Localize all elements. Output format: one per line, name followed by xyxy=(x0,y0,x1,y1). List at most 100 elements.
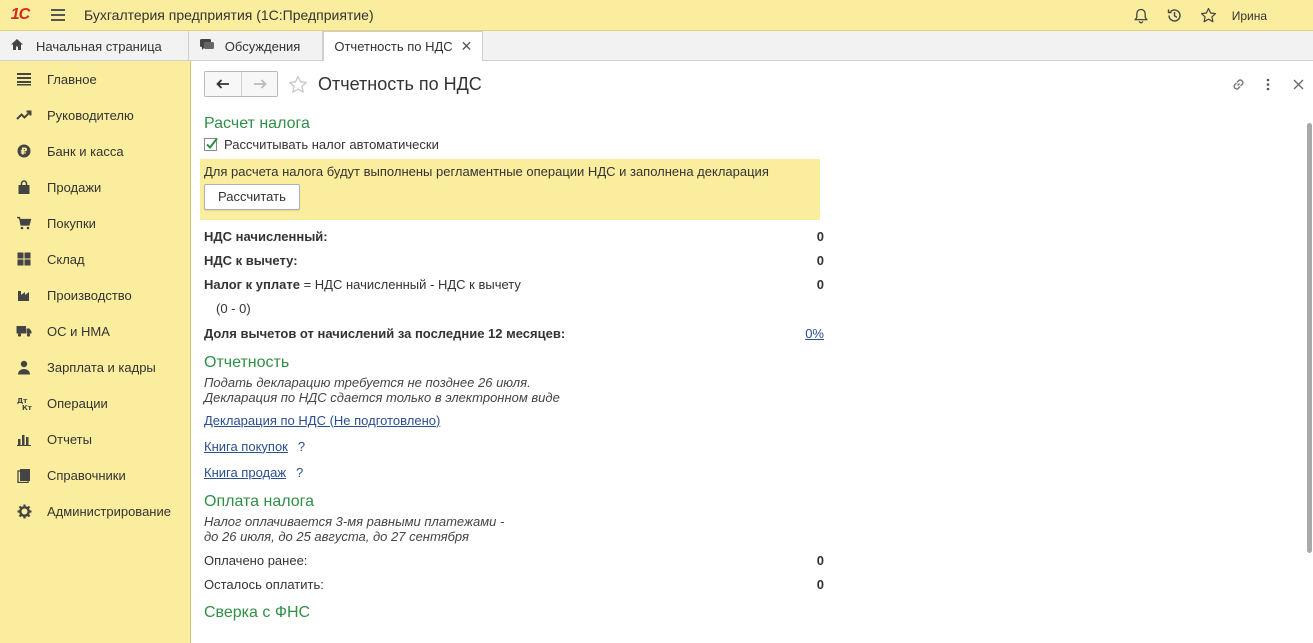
vat-accrued-label: НДС начисленный: xyxy=(204,228,328,244)
sidebar-item-reports[interactable]: Отчеты xyxy=(0,421,190,457)
vertical-scrollbar[interactable] xyxy=(1305,123,1313,563)
payment-heading: Оплата налога xyxy=(204,493,315,510)
tab-label: Начальная страница xyxy=(36,38,162,54)
sidebar-item-fixed-assets[interactable]: ОС и НМА xyxy=(0,313,190,349)
sidebar-item-label: Покупки xyxy=(47,215,96,231)
sidebar-item-label: Банк и касса xyxy=(47,143,124,159)
calculate-button[interactable]: Рассчитать xyxy=(204,184,300,210)
vat-accrued-value: 0 xyxy=(816,228,824,244)
svg-text:₽: ₽ xyxy=(21,147,28,158)
sidebar-item-administration[interactable]: Администрирование xyxy=(0,493,190,529)
close-icon[interactable] xyxy=(1283,71,1313,97)
main-content: Отчетность по НДС Расчет налога Рассчиты… xyxy=(192,61,1313,643)
form-body: Расчет налога Рассчитывать налог автомат… xyxy=(200,115,824,622)
sidebar-item-purchases[interactable]: Покупки xyxy=(0,205,190,241)
tax-payable-row: Налог к уплате = НДС начисленный - НДС к… xyxy=(204,272,824,296)
tab-vat-reporting[interactable]: Отчетность по НДС ✕ xyxy=(323,31,484,62)
app-title: Бухгалтерия предприятия (1С:Предприятие) xyxy=(84,7,374,23)
purchase-book-link[interactable]: Книга покупок xyxy=(204,439,288,454)
tab-home[interactable]: Начальная страница xyxy=(0,31,189,61)
sidebar-item-operations[interactable]: Дт Кт Операции xyxy=(0,385,190,421)
calc-notice-text: Для расчета налога будут выполнены регла… xyxy=(204,164,769,179)
sidebar-item-label: Администрирование xyxy=(47,503,171,519)
ruble-icon: ₽ xyxy=(15,142,33,160)
sidebar-item-label: Склад xyxy=(47,251,85,267)
arrow-left-icon xyxy=(216,79,229,89)
favorites-star-icon[interactable] xyxy=(1192,0,1226,31)
history-icon[interactable] xyxy=(1158,0,1192,31)
sales-book-link[interactable]: Книга продаж xyxy=(204,465,286,480)
back-button[interactable] xyxy=(205,72,241,96)
bell-icon[interactable] xyxy=(1124,0,1158,31)
purchase-book-help-icon[interactable]: ? xyxy=(298,439,305,454)
person-icon xyxy=(15,358,33,376)
vat-accrued-row: НДС начисленный: 0 xyxy=(204,224,824,248)
link-icon[interactable] xyxy=(1223,71,1253,97)
sidebar-item-main[interactable]: Главное xyxy=(0,61,190,97)
main-menu-button[interactable] xyxy=(40,0,76,31)
fns-reconciliation-heading: Сверка с ФНС xyxy=(204,604,311,621)
favorite-star-icon[interactable] xyxy=(288,75,310,94)
auto-calc-checkbox[interactable] xyxy=(204,137,218,151)
logo-text: 1С xyxy=(10,6,30,23)
sidebar-item-label: Продажи xyxy=(47,179,102,195)
declaration-row: Декларация по НДС (Не подготовлено) xyxy=(204,407,824,433)
barchart-icon xyxy=(15,430,33,448)
paid-value: 0 xyxy=(816,552,824,568)
dtkt-icon: Дт Кт xyxy=(15,394,33,412)
reporting-note-1: Подать декларацию требуется не позднее 2… xyxy=(204,375,531,390)
home-icon xyxy=(10,38,24,54)
deduction-share-row: Доля вычетов от начислений за последние … xyxy=(204,320,824,346)
deduction-share-label: Доля вычетов от начислений за последние … xyxy=(204,325,566,341)
scrollbar-thumb[interactable] xyxy=(1307,123,1312,553)
sidebar-item-director[interactable]: Руководителю xyxy=(0,97,190,133)
deduction-share-link[interactable]: 0% xyxy=(805,326,824,341)
sidebar-item-label: Отчеты xyxy=(47,431,92,447)
payment-note-1: Налог оплачивается 3-мя равными платежам… xyxy=(204,514,505,529)
bag-icon xyxy=(15,178,33,196)
sales-book-help-icon[interactable]: ? xyxy=(296,465,303,480)
payment-note-2: до 26 июля, до 25 августа, до 27 сентябр… xyxy=(204,529,469,544)
tab-discussions[interactable]: Обсуждения xyxy=(189,31,324,61)
remaining-value: 0 xyxy=(816,576,824,592)
sidebar-item-bank[interactable]: ₽ Банк и касса xyxy=(0,133,190,169)
paid-row: Оплачено ранее: 0 xyxy=(204,548,824,572)
vat-deduction-label: НДС к вычету: xyxy=(204,252,298,268)
cart-icon xyxy=(15,214,33,232)
formula-row: (0 - 0) xyxy=(204,296,824,320)
nav-buttons xyxy=(204,71,278,97)
sidebar-item-warehouse[interactable]: Склад xyxy=(0,241,190,277)
purchase-book-row: Книга покупок ? xyxy=(204,433,824,459)
app-logo[interactable]: 1С xyxy=(0,0,40,31)
title-bar: 1С Бухгалтерия предприятия (1С:Предприят… xyxy=(0,0,1313,31)
user-name[interactable]: Ирина xyxy=(1226,9,1313,23)
forward-button[interactable] xyxy=(241,72,277,96)
sidebar-item-label: Справочники xyxy=(47,467,126,483)
auto-calc-label[interactable]: Рассчитывать налог автоматически xyxy=(224,137,439,152)
tax-calc-heading: Расчет налога xyxy=(204,115,310,132)
vat-deduction-value: 0 xyxy=(816,252,824,268)
sidebar-item-sales[interactable]: Продажи xyxy=(0,169,190,205)
more-actions-icon[interactable] xyxy=(1253,71,1283,97)
checkmark-icon xyxy=(206,137,218,149)
grid-icon xyxy=(15,250,33,268)
sidebar: Главное Руководителю ₽ Банк и касса Прод… xyxy=(0,61,191,643)
sidebar-item-production[interactable]: Производство xyxy=(0,277,190,313)
book-icon xyxy=(15,466,33,484)
tax-payable-formula: (0 - 0) xyxy=(216,300,251,316)
factory-icon xyxy=(15,286,33,304)
tab-label: Обсуждения xyxy=(224,38,301,54)
declaration-link[interactable]: Декларация по НДС (Не подготовлено) xyxy=(204,413,440,428)
svg-text:Кт: Кт xyxy=(22,404,32,411)
tax-payable-label: Налог к уплате xyxy=(204,276,300,292)
sidebar-item-salary[interactable]: Зарплата и кадры xyxy=(0,349,190,385)
sales-book-row: Книга продаж ? xyxy=(204,459,824,485)
sidebar-item-directories[interactable]: Справочники xyxy=(0,457,190,493)
calc-notice-panel: Для расчета налога будут выполнены регла… xyxy=(200,159,820,220)
sidebar-item-label: Руководителю xyxy=(47,107,134,123)
sidebar-item-label: ОС и НМА xyxy=(47,323,110,339)
reporting-note-2: Декларация по НДС сдается только в элект… xyxy=(204,390,560,405)
reporting-heading: Отчетность xyxy=(204,354,290,371)
auto-calc-row: Рассчитывать налог автоматически xyxy=(204,133,824,155)
close-tab-icon[interactable]: ✕ xyxy=(461,38,473,55)
